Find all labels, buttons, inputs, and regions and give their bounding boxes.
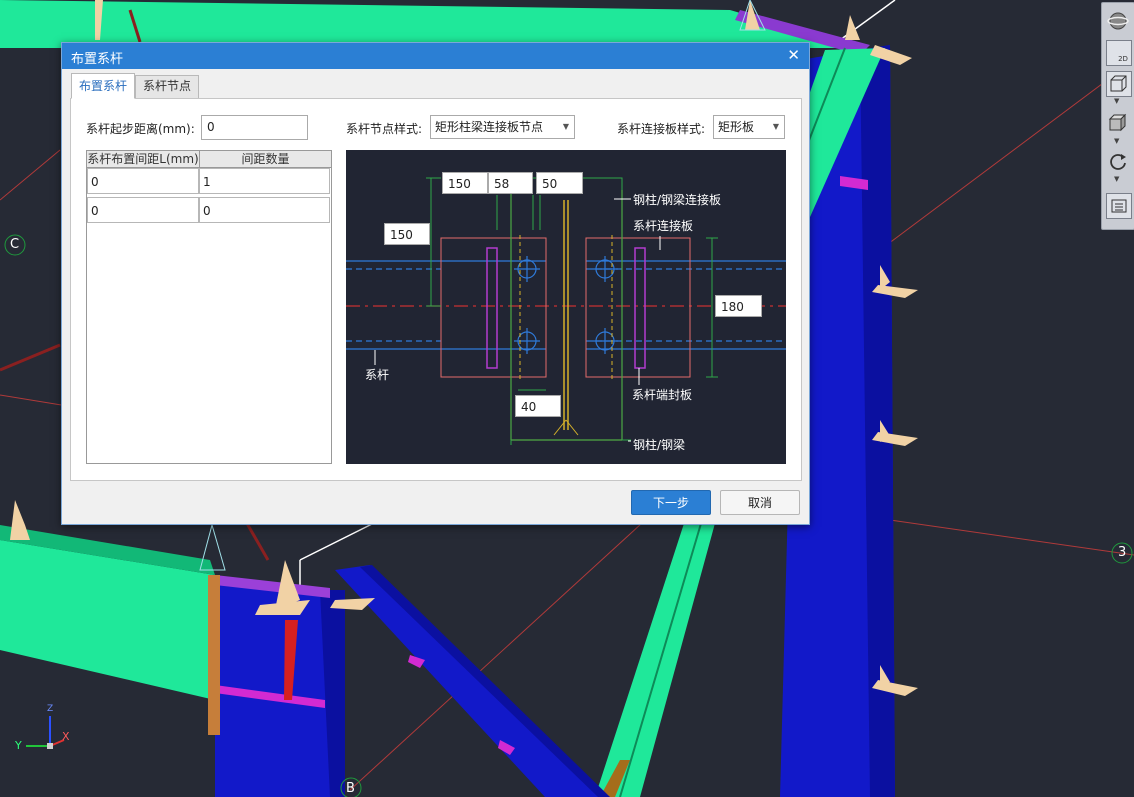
- table-cell-spacing[interactable]: 0: [87, 168, 199, 194]
- chevron-down-icon: ▼: [562, 122, 569, 131]
- label-tie-bar: 系杆: [365, 368, 390, 382]
- table-cell-spacing[interactable]: 0: [87, 197, 199, 223]
- tab-tie-bar-node[interactable]: 系杆节点: [135, 75, 199, 99]
- node-style-value: 矩形柱梁连接板节点: [435, 120, 544, 134]
- label-column-beam: 钢柱/钢梁: [633, 438, 686, 452]
- plate-style-label: 系杆连接板样式:: [617, 122, 706, 136]
- close-icon[interactable]: ✕: [787, 46, 800, 64]
- 3d-view-icon[interactable]: [1106, 71, 1132, 97]
- column-header-spacing: 系杆布置间距L(mm): [87, 151, 200, 168]
- cancel-button[interactable]: 取消: [720, 490, 800, 515]
- dim-input-top-a[interactable]: 150: [442, 172, 488, 194]
- 2d-view-icon[interactable]: 2D: [1106, 40, 1132, 66]
- axis-z-label: Z: [47, 704, 54, 714]
- next-button[interactable]: 下一步: [631, 490, 711, 515]
- rotate-icon[interactable]: [1106, 150, 1130, 174]
- plate-style-select[interactable]: 矩形板 ▼: [713, 115, 785, 139]
- dim-input-bottom[interactable]: 40: [515, 395, 561, 417]
- label-column-plate: 钢柱/钢梁连接板: [633, 193, 722, 207]
- grid-label-3: 3: [1118, 545, 1127, 560]
- label-end-plate: 系杆端封板: [632, 388, 693, 402]
- chevron-down-icon[interactable]: ▼: [1114, 137, 1119, 145]
- layers-icon[interactable]: [1106, 193, 1132, 219]
- tab-panel: 系杆起步距离(mm): 0 系杆节点样式: 矩形柱梁连接板节点 ▼ 系杆连接板样…: [70, 98, 802, 481]
- place-tie-bar-dialog: 布置系杆 ✕ 布置系杆 系杆节点 系杆起步距离(mm): 0 系杆节点样式: 矩…: [61, 42, 810, 525]
- chevron-down-icon[interactable]: ▼: [1114, 97, 1119, 105]
- dim-input-left[interactable]: 150: [384, 223, 430, 245]
- spacing-table: 系杆布置间距L(mm) 间距数量 0 1 0 0: [86, 150, 332, 464]
- view-toolbar: 2D ▼ ▼ ▼: [1101, 2, 1134, 230]
- axis-x-label: X: [62, 730, 70, 743]
- dim-input-top-b[interactable]: 58: [488, 172, 533, 194]
- tab-place-tie-bar[interactable]: 布置系杆: [71, 73, 135, 99]
- node-style-select[interactable]: 矩形柱梁连接板节点 ▼: [430, 115, 575, 139]
- grid-label-c: C: [10, 237, 20, 252]
- orbit-icon[interactable]: [1106, 9, 1130, 33]
- table-cell-count[interactable]: 1: [199, 168, 330, 194]
- dim-input-top-c[interactable]: 50: [536, 172, 583, 194]
- start-distance-label: 系杆起步距离(mm):: [86, 122, 195, 136]
- axis-y-label: Y: [15, 739, 22, 752]
- column-header-count: 间距数量: [200, 151, 331, 168]
- dialog-title: 布置系杆: [71, 52, 124, 67]
- node-style-label: 系杆节点样式:: [346, 122, 423, 136]
- node-preview-diagram: 150 58 50 150 180 40 钢柱/钢梁连接板 系杆连接板 系杆 系…: [346, 150, 786, 464]
- dialog-titlebar[interactable]: 布置系杆 ✕: [62, 43, 809, 69]
- table-cell-count[interactable]: 0: [199, 197, 330, 223]
- plate-style-value: 矩形板: [718, 120, 755, 134]
- box-view-icon[interactable]: [1106, 111, 1130, 135]
- start-distance-input[interactable]: 0: [201, 115, 308, 140]
- dim-input-right[interactable]: 180: [715, 295, 762, 317]
- view-2d-label: 2D: [1118, 55, 1128, 63]
- grid-label-b: B: [346, 781, 355, 796]
- chevron-down-icon[interactable]: ▼: [1114, 175, 1119, 183]
- axis-triad: Y X Z: [12, 704, 72, 758]
- label-bar-plate: 系杆连接板: [633, 219, 694, 233]
- chevron-down-icon: ▼: [772, 122, 779, 131]
